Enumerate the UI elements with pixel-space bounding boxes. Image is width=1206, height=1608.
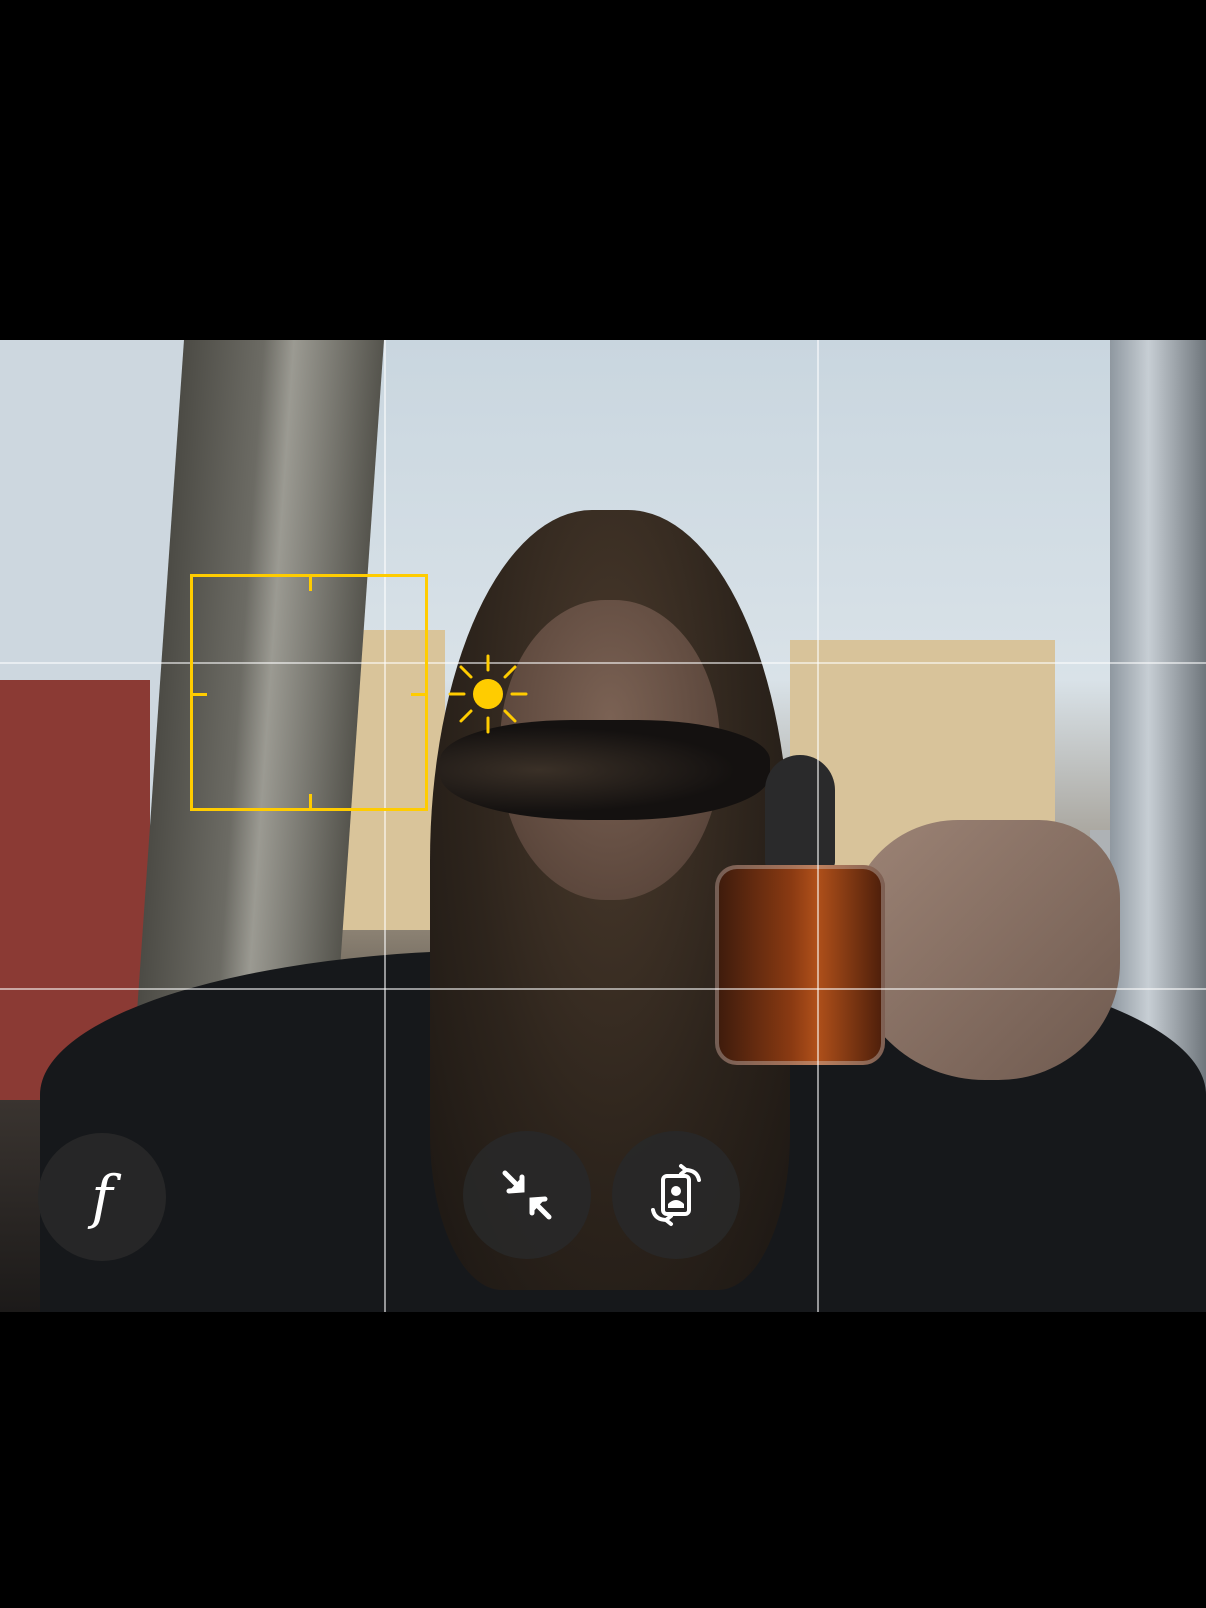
- camera-viewfinder[interactable]: [0, 340, 1206, 1312]
- grid-line-vertical-1: [384, 340, 386, 1312]
- perfume-cap: [765, 755, 835, 870]
- grid-line-horizontal-1: [0, 662, 1206, 664]
- aperture-f-icon: f: [91, 1163, 113, 1231]
- focus-tick-left: [193, 693, 207, 696]
- aperture-button[interactable]: f: [38, 1133, 166, 1261]
- person-hand: [850, 820, 1120, 1080]
- focus-tick-bottom: [309, 794, 312, 808]
- zoom-out-button[interactable]: [463, 1131, 591, 1259]
- focus-tick-right: [411, 693, 425, 696]
- grid-line-horizontal-2: [0, 988, 1206, 990]
- perfume-bottle: [715, 865, 885, 1065]
- rotate-camera-button[interactable]: [612, 1131, 740, 1259]
- sun-icon[interactable]: [446, 652, 530, 736]
- portrait-rotate-icon: [651, 1164, 701, 1226]
- focus-box[interactable]: [190, 574, 428, 811]
- grid-line-vertical-2: [817, 340, 819, 1312]
- focus-tick-top: [309, 577, 312, 591]
- collapse-arrows-icon: [502, 1170, 552, 1220]
